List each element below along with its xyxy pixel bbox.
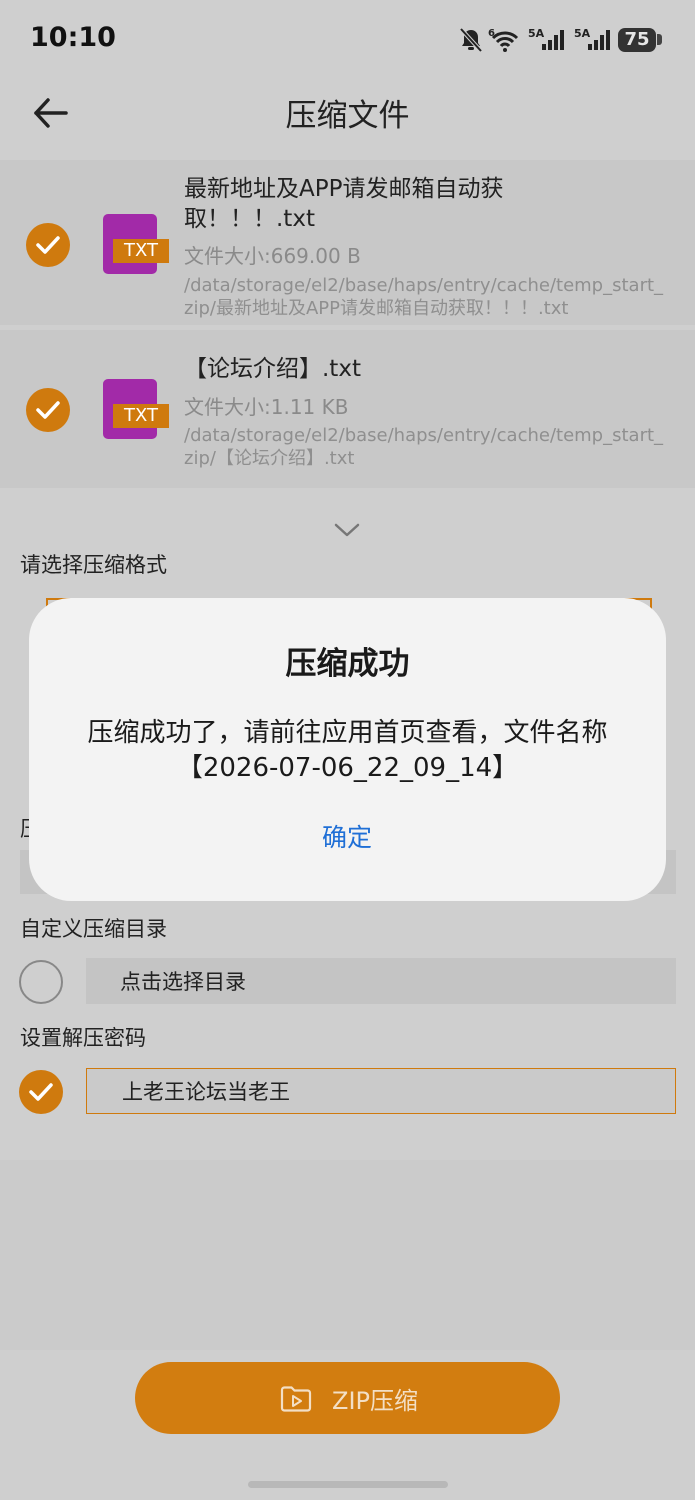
battery-nub [657,34,662,45]
file-1-path: /data/storage/el2/base/haps/entry/cache/… [184,275,664,319]
bell-off-icon [459,27,483,53]
folder-play-icon [280,1386,312,1412]
signal-icon-2: 5A [574,27,610,50]
battery-icon: 75 [618,28,656,52]
signal-label-2: 5A [574,27,591,40]
signal-icon-1: 5A [528,27,564,50]
confirm-button[interactable]: 确定 [287,818,407,858]
file-2-size: 文件大小:1.11 KB [184,395,349,419]
status-time: 10:10 [30,22,116,53]
txt-file-tag: TXT [113,239,169,263]
zip-compress-label: ZIP压缩 [332,1387,418,1415]
file-1-name: 最新地址及APP请发邮箱自动获取！！！.txt [184,176,504,232]
file-2-name: 【论坛介绍】.txt [184,356,361,382]
check-icon [36,401,60,419]
check-icon [36,236,60,254]
bottom-panel [0,1160,695,1350]
txt-file-tag: TXT [113,404,169,428]
password-label: 设置解压密码 [20,1026,146,1050]
success-dialog: 压缩成功 压缩成功了，请前往应用首页查看，文件名称【2026-07-06_22_… [29,598,666,901]
signal-label-1: 5A [528,27,545,40]
dialog-title: 压缩成功 [285,646,410,682]
password-value: 上老王论坛当老王 [122,1080,290,1104]
battery-level: 75 [624,29,650,50]
txt-file-icon: TXT [103,214,169,274]
dialog-message: 压缩成功了，请前往应用首页查看，文件名称【2026-07-06_22_09_14… [87,718,608,783]
check-icon [29,1083,53,1101]
file-2-path: /data/storage/el2/base/haps/entry/cache/… [184,425,664,469]
format-label: 请选择压缩格式 [20,553,167,577]
file-1-size: 文件大小:669.00 B [184,244,361,268]
file-1-checkbox[interactable] [26,223,70,267]
choose-dir-placeholder: 点击选择目录 [120,970,246,994]
file-2-checkbox[interactable] [26,388,70,432]
custom-dir-radio[interactable] [19,960,63,1004]
home-indicator[interactable] [248,1481,448,1488]
page-title: 压缩文件 [285,98,410,134]
wifi-icon: 6 [488,28,519,52]
custom-dir-label: 自定义压缩目录 [20,917,167,941]
txt-file-icon: TXT [103,379,169,439]
password-checkbox[interactable] [19,1070,63,1114]
wifi-label: 6 [488,28,495,39]
chevron-down-icon[interactable] [332,520,362,540]
